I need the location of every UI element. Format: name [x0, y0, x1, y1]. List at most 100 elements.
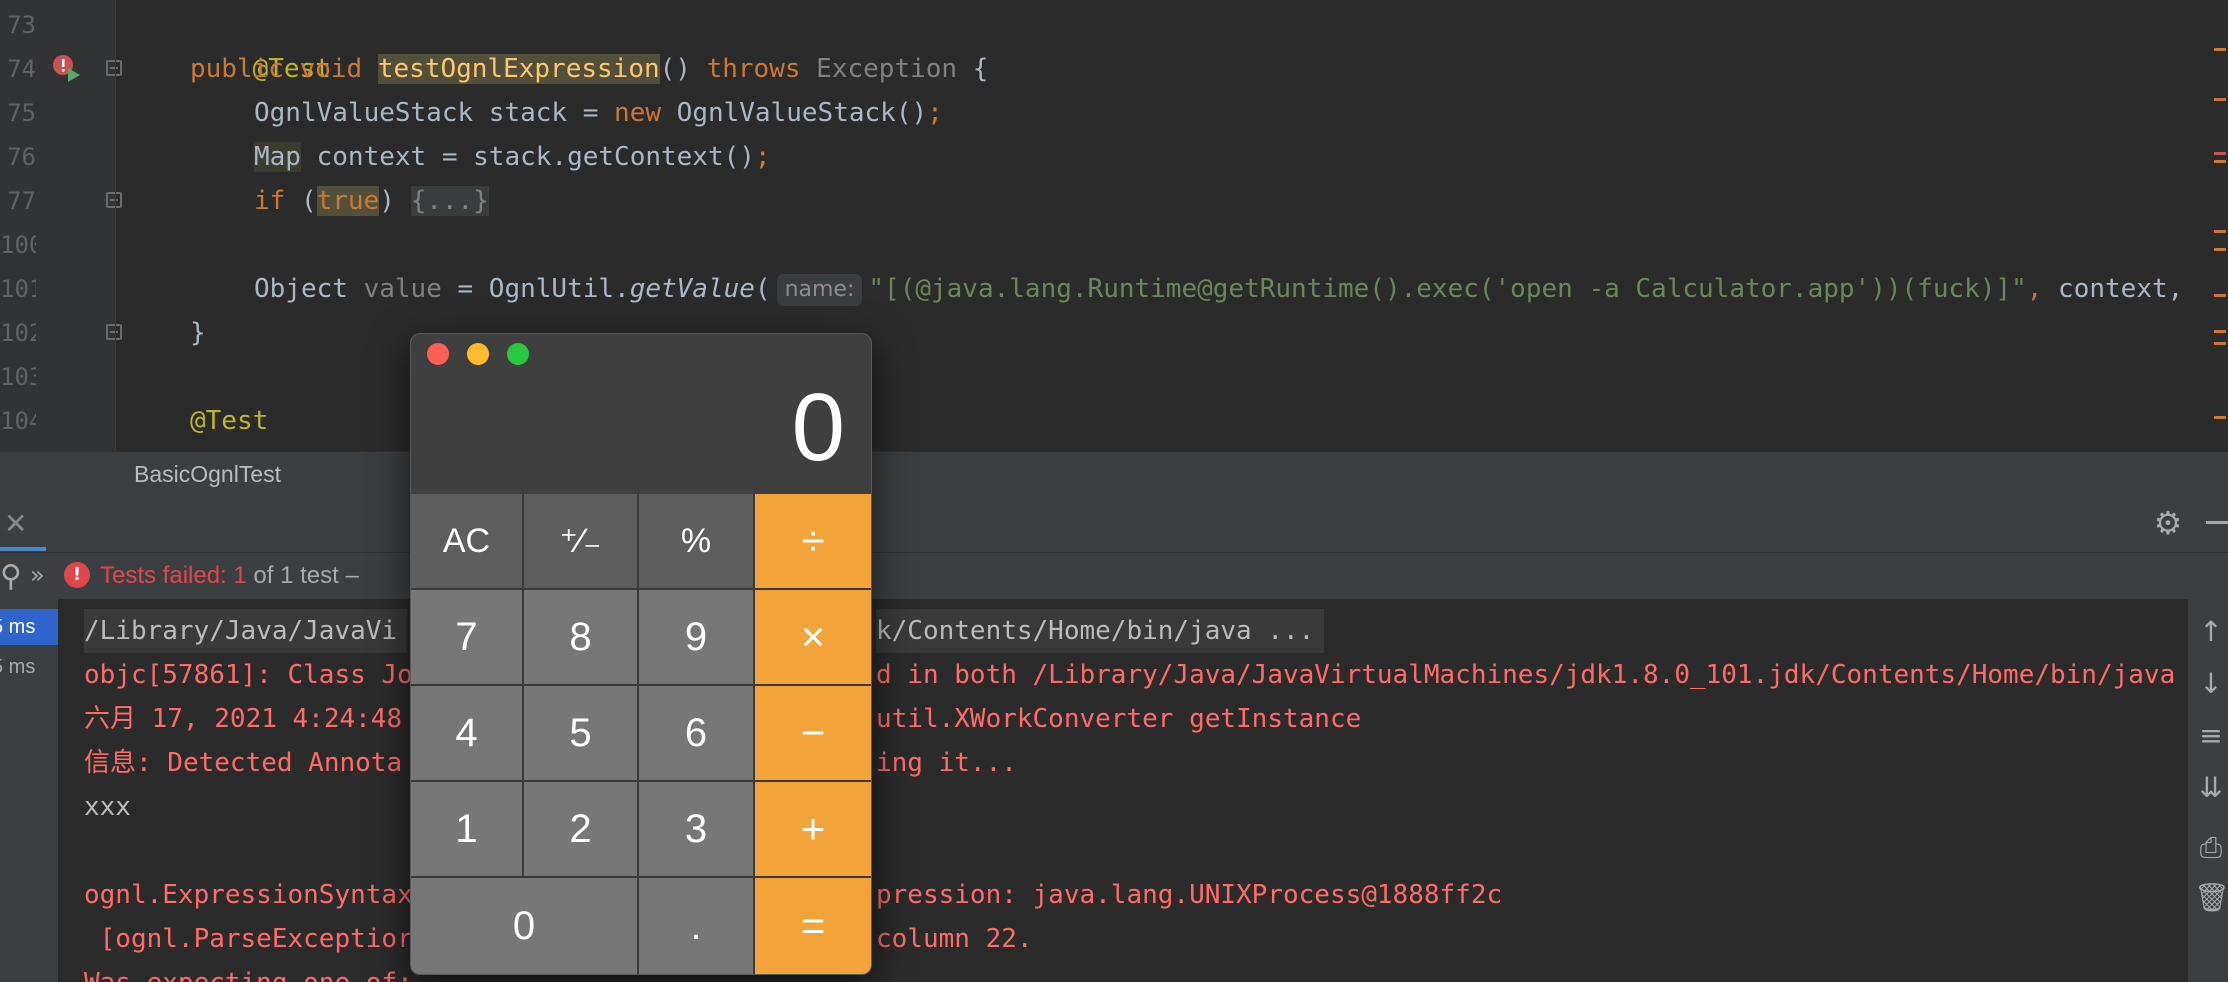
- error-stripe-marker[interactable]: [2214, 330, 2226, 333]
- console-line: [ognl.ParseExceptior: [84, 924, 413, 954]
- active-tab-indicator: [0, 547, 46, 551]
- error-stripe-marker[interactable]: [2214, 342, 2226, 345]
- subtract-button[interactable]: −: [755, 686, 871, 782]
- line-number: 76: [7, 143, 36, 171]
- zoom-window-button[interactable]: [507, 343, 529, 365]
- annotation: @Test: [190, 406, 269, 436]
- code-text: context = stack.getContext(): [300, 142, 755, 172]
- console-output[interactable]: /Library/Java/JavaVi k/Contents/Home/bin…: [58, 599, 2188, 982]
- console-line: objc[57861]: Class Jo: [84, 660, 413, 690]
- code-text: (): [659, 54, 691, 84]
- gear-icon[interactable]: ⚙: [2150, 505, 2186, 541]
- type-name: OgnlValueStack: [254, 98, 474, 128]
- test-duration[interactable]: 5 ms: [0, 649, 58, 685]
- minimize-window-button[interactable]: [467, 343, 489, 365]
- sign-toggle-button[interactable]: ⁺∕₋: [524, 494, 639, 590]
- digit-0-button[interactable]: 0: [411, 878, 639, 974]
- code-editor[interactable]: 73 74 75 76 77 100 101 102 103 104 @Test…: [0, 0, 2228, 451]
- console-line: ing it...: [876, 748, 1017, 778]
- code-text: (: [754, 274, 771, 304]
- digit-6-button[interactable]: 6: [639, 686, 755, 782]
- tool-window-header: BasicOgnlTest: [0, 451, 2228, 495]
- keyword: true: [316, 186, 380, 216]
- trash-icon[interactable]: 🗑: [2194, 881, 2228, 914]
- calculator-display: 0: [791, 374, 845, 481]
- code-text: context,: [2042, 274, 2184, 304]
- error-stripe-marker[interactable]: [2214, 230, 2226, 233]
- error-stripe-marker[interactable]: [2214, 152, 2226, 155]
- console-side-toolbar: ↑ ↓ ≡ ⇊ ⎙ 🗑: [2188, 599, 2228, 982]
- error-stripe-marker[interactable]: [2214, 48, 2226, 51]
- console-line: 信息: Detected Annota: [84, 748, 403, 778]
- fold-collapse-icon[interactable]: [106, 324, 122, 340]
- arrow-up-icon[interactable]: ↑: [2194, 615, 2228, 648]
- search-icon[interactable]: ⚲: [0, 559, 22, 594]
- chevron-right-icon[interactable]: »: [30, 561, 45, 589]
- code-line-76: Map context = stack.getContext();: [254, 135, 771, 179]
- type-name: Map: [254, 142, 301, 172]
- add-button[interactable]: +: [755, 782, 871, 878]
- code-line-75: OgnlValueStack stack = new OgnlValueStac…: [254, 91, 943, 135]
- test-duration[interactable]: 5 ms: [0, 609, 58, 645]
- digit-2-button[interactable]: 2: [524, 782, 639, 878]
- decimal-button[interactable]: .: [639, 878, 755, 974]
- digit-3-button[interactable]: 3: [639, 782, 755, 878]
- digit-1-button[interactable]: 1: [411, 782, 524, 878]
- test-status-text: Tests failed: 1 of 1 test –: [100, 561, 359, 591]
- string-literal: "[(@java.lang.Runtime@getRuntime().exec(…: [868, 274, 2027, 304]
- console-line: column 22.: [876, 924, 1033, 954]
- digit-7-button[interactable]: 7: [411, 590, 524, 686]
- code-text: {: [957, 54, 989, 84]
- all-clear-button[interactable]: AC: [411, 494, 524, 590]
- keyword: throws: [706, 54, 801, 84]
- method-name: testOgnlExpression: [377, 54, 660, 84]
- line-number: 101: [0, 275, 36, 303]
- failed-count: 1: [233, 562, 247, 589]
- print-icon[interactable]: ⎙: [2194, 831, 2228, 865]
- digit-5-button[interactable]: 5: [524, 686, 639, 782]
- soft-wrap-icon[interactable]: ≡: [2194, 719, 2228, 752]
- close-window-button[interactable]: [427, 343, 449, 365]
- error-stripe-marker[interactable]: [2214, 248, 2226, 251]
- multiply-button[interactable]: ×: [755, 590, 871, 686]
- calculator-titlebar[interactable]: [411, 334, 871, 374]
- error-stripe-marker[interactable]: [2214, 294, 2226, 297]
- run-tab-label[interactable]: BasicOgnlTest: [134, 452, 281, 496]
- minimize-icon[interactable]: [2206, 521, 2228, 524]
- equals-button[interactable]: =: [755, 878, 871, 974]
- digit-8-button[interactable]: 8: [524, 590, 639, 686]
- console-line: pression: java.lang.UNIXProcess@1888ff2c: [876, 880, 1503, 910]
- arrow-down-icon[interactable]: ↓: [2194, 667, 2228, 700]
- digit-9-button[interactable]: 9: [639, 590, 755, 686]
- variable-name: value: [347, 274, 442, 304]
- method-call: getValue: [629, 274, 755, 304]
- gutter-separator: [115, 0, 116, 451]
- code-line-73: @Test: [190, 3, 331, 84]
- test-tree[interactable]: 5 ms 5 ms: [0, 599, 58, 982]
- semicolon: ;: [927, 98, 943, 128]
- test-status-bar: ⚲ » ! Tests failed: 1 of 1 test –: [0, 553, 2228, 599]
- calculator-keypad: AC ⁺∕₋ % ÷ 7 8 9 × 4 5 6 − 1 2 3 + 0 . =: [411, 494, 871, 974]
- digit-4-button[interactable]: 4: [411, 686, 524, 782]
- code-text: (: [285, 186, 317, 216]
- console-line: xxx: [84, 792, 131, 822]
- code-line-74: public void testOgnlExpression() throws …: [190, 47, 988, 91]
- console-line: 六月 17, 2021 4:24:48: [84, 704, 403, 734]
- comma: ,: [2026, 274, 2043, 304]
- error-stripe-marker[interactable]: [2214, 416, 2226, 419]
- line-number: 103: [0, 363, 36, 391]
- scroll-to-end-icon[interactable]: ⇊: [2194, 771, 2228, 804]
- keyword: void: [299, 54, 363, 84]
- error-stripe-marker[interactable]: [2214, 160, 2226, 163]
- divide-button[interactable]: ÷: [755, 494, 871, 590]
- fold-collapse-icon[interactable]: [106, 60, 122, 76]
- line-number: 100: [0, 231, 36, 259]
- console-line: ognl.ExpressionSyntax: [84, 880, 413, 910]
- close-icon[interactable]: ✕: [4, 507, 27, 540]
- run-test-icon[interactable]: [52, 54, 82, 84]
- fold-expand-icon[interactable]: [106, 192, 122, 208]
- folded-code-block[interactable]: {...}: [410, 186, 489, 216]
- error-stripe-marker[interactable]: [2214, 98, 2226, 101]
- calculator-window[interactable]: 0 AC ⁺∕₋ % ÷ 7 8 9 × 4 5 6 − 1 2 3 + 0 .…: [410, 333, 872, 975]
- percent-button[interactable]: %: [639, 494, 755, 590]
